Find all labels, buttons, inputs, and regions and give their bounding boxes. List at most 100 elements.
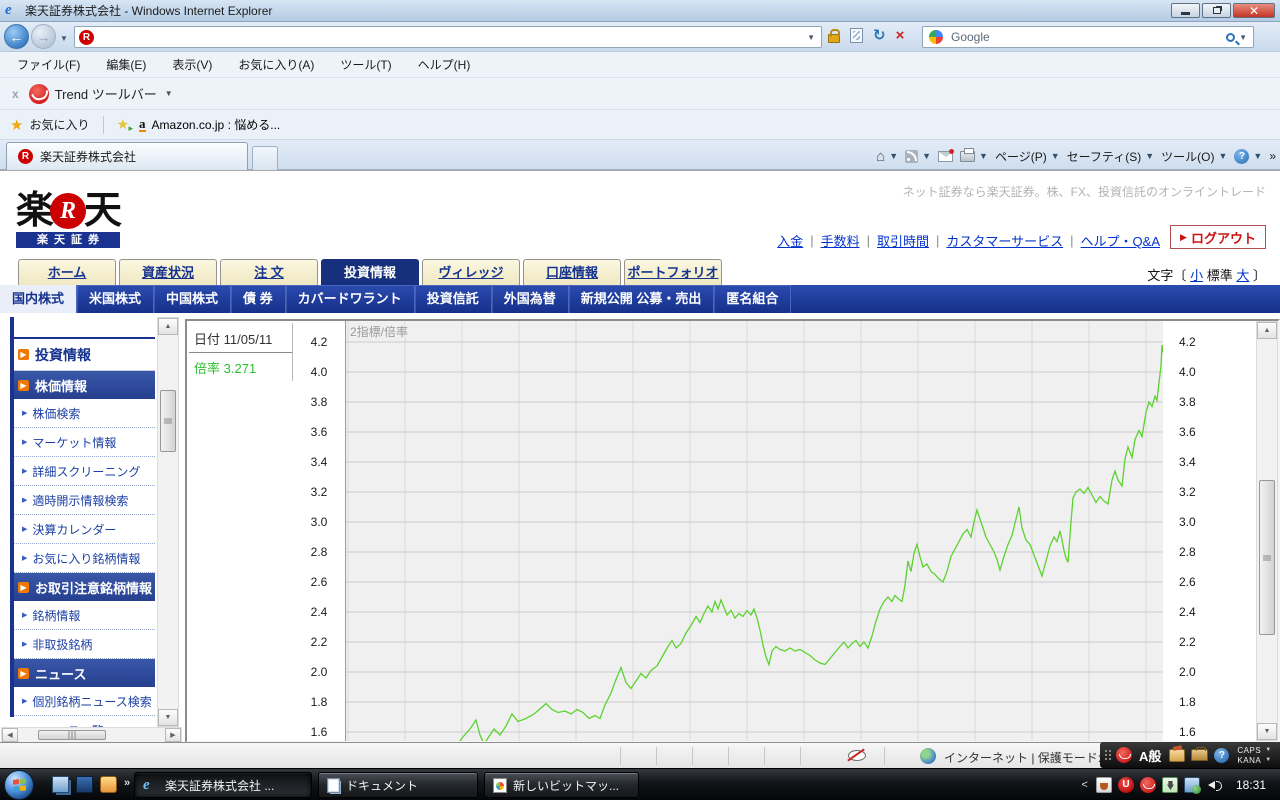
main-tab-4[interactable]: ヴィレッジ xyxy=(422,259,520,285)
sidebar-header-11[interactable]: ▶ニュース xyxy=(14,659,155,687)
sidebar-link-6[interactable]: ▶決算カレンダー xyxy=(14,515,155,544)
taskbar-button-rakuten[interactable]: e 楽天証券株式会社 ... xyxy=(134,772,312,798)
main-tab-3[interactable]: 投資情報 xyxy=(321,259,419,285)
taskbar-button-documents[interactable]: ドキュメント xyxy=(318,772,478,798)
scrollbar-thumb[interactable] xyxy=(160,390,176,452)
new-tab-button[interactable] xyxy=(252,146,278,170)
link-help-qa[interactable]: ヘルプ・Q&A xyxy=(1081,231,1160,250)
power-plug-icon[interactable] xyxy=(1162,777,1178,793)
link-fees[interactable]: 手数料 xyxy=(821,231,860,250)
chart-vertical-scrollbar[interactable]: ▲ ▼ xyxy=(1256,321,1278,741)
forward-button[interactable]: → xyxy=(31,24,56,49)
rakuten-securities-logo[interactable]: 楽 R 天 楽天証券 xyxy=(16,191,120,248)
sidebar-section-0[interactable]: ▶投資情報 xyxy=(14,339,155,371)
main-tab-0[interactable]: ホーム xyxy=(18,259,116,285)
sub-tab-8[interactable]: 匿名組合 xyxy=(714,285,791,313)
menu-favorites[interactable]: お気に入り(A) xyxy=(225,56,327,73)
sidebar-header-1[interactable]: ▶株価情報 xyxy=(14,371,155,399)
search-box[interactable]: Google ▼ xyxy=(922,26,1254,48)
price-chart-plot[interactable]: 2指標/倍率 xyxy=(345,321,1162,741)
read-mail-button[interactable] xyxy=(938,151,953,162)
sub-tab-2[interactable]: 中国株式 xyxy=(154,285,231,313)
ime-help-icon[interactable]: ? xyxy=(1214,748,1229,763)
favorite-item-amazon[interactable]: Amazon.co.jp : 悩める... xyxy=(152,116,281,133)
search-dropdown-icon[interactable]: ▼ xyxy=(1239,33,1247,42)
menu-tools[interactable]: ツール(T) xyxy=(327,56,404,73)
quick-launch-window-switcher[interactable] xyxy=(76,776,93,793)
minimize-button[interactable] xyxy=(1171,3,1200,18)
toolbar-close-button[interactable]: x xyxy=(12,87,19,101)
sidebar-link-9[interactable]: ▶銘柄情報 xyxy=(14,601,155,630)
quick-launch-media[interactable] xyxy=(100,776,117,793)
sidebar-link-10[interactable]: ▶非取扱銘柄 xyxy=(14,630,155,659)
scroll-right-button[interactable]: ▶ xyxy=(165,728,181,742)
show-hidden-icons-chevron[interactable]: < xyxy=(1082,779,1088,791)
link-deposit[interactable]: 入金 xyxy=(777,231,803,250)
sub-tab-5[interactable]: 投資信託 xyxy=(415,285,492,313)
scroll-left-button[interactable]: ◀ xyxy=(2,728,18,742)
scrollbar-thumb[interactable] xyxy=(38,730,106,740)
volume-icon[interactable] xyxy=(1206,777,1222,793)
ime-toolbox-icon[interactable] xyxy=(1191,749,1208,761)
sidebar-vertical-scrollbar[interactable]: ▲ ▼ xyxy=(157,317,179,727)
kana-indicator[interactable]: KANA▼ xyxy=(1237,756,1271,765)
sidebar-header-8[interactable]: ▶お取引注意銘柄情報 xyxy=(14,573,155,601)
page-menu[interactable]: ページ(P)▼ xyxy=(995,148,1060,165)
recent-pages-chevron-icon[interactable]: ▼ xyxy=(60,34,68,43)
main-tab-2[interactable]: 注 文 xyxy=(220,259,318,285)
sub-tab-1[interactable]: 米国株式 xyxy=(77,285,154,313)
main-tab-6[interactable]: ポートフォリオ xyxy=(624,259,722,285)
java-tray-icon[interactable] xyxy=(1096,777,1112,793)
ime-input-mode-icon[interactable] xyxy=(1116,747,1132,763)
sidebar-link-3[interactable]: ▶マーケット情報 xyxy=(14,428,155,457)
update-tray-icon[interactable]: U xyxy=(1118,777,1134,793)
sidebar-link-12[interactable]: ▶個別銘柄ニュース検索 xyxy=(14,687,155,716)
browser-tab[interactable]: R 楽天証券株式会社 xyxy=(6,142,248,170)
trend-dropdown-icon[interactable]: ▼ xyxy=(165,89,173,98)
sidebar-link-2[interactable]: ▶株価検索 xyxy=(14,399,155,428)
taskbar-clock[interactable]: 18:31 xyxy=(1236,778,1266,792)
logout-button[interactable]: ▶ ログアウト xyxy=(1170,225,1266,249)
font-size-large[interactable]: 大 xyxy=(1236,268,1249,283)
sub-tab-6[interactable]: 外国為替 xyxy=(492,285,569,313)
scrollbar-thumb[interactable] xyxy=(1259,480,1275,635)
search-icon[interactable] xyxy=(1226,33,1235,42)
stop-icon[interactable]: × xyxy=(896,28,905,43)
menu-view[interactable]: 表示(V) xyxy=(159,56,225,73)
scroll-up-button[interactable]: ▲ xyxy=(1257,322,1277,339)
main-tab-5[interactable]: 口座情報 xyxy=(523,259,621,285)
url-input[interactable] xyxy=(94,28,807,46)
compatibility-view-icon[interactable] xyxy=(850,28,863,43)
sub-tab-3[interactable]: 債 券 xyxy=(231,285,286,313)
back-button[interactable]: ← xyxy=(4,24,29,49)
ime-tools-icon[interactable] xyxy=(1169,749,1185,762)
feeds-button[interactable]: ▼ xyxy=(905,150,931,163)
address-bar[interactable]: R ▼ xyxy=(74,26,822,48)
refresh-icon[interactable]: ↻ xyxy=(873,28,886,43)
address-dropdown-icon[interactable]: ▼ xyxy=(807,33,821,42)
link-trading-hours[interactable]: 取引時間 xyxy=(877,231,929,250)
ime-mode-label[interactable]: A般 xyxy=(1139,746,1161,765)
quick-launch-show-desktop[interactable] xyxy=(52,776,69,793)
network-icon[interactable] xyxy=(1184,777,1200,793)
help-menu[interactable]: ?▼ xyxy=(1234,149,1262,164)
quick-launch-overflow-icon[interactable]: » xyxy=(124,777,130,789)
scroll-up-button[interactable]: ▲ xyxy=(158,318,178,335)
add-favorite-icon[interactable]: ★ xyxy=(116,116,129,133)
start-button[interactable] xyxy=(4,770,34,800)
tools-menu[interactable]: ツール(O)▼ xyxy=(1161,148,1227,165)
trend-toolbar-label[interactable]: Trend ツールバー xyxy=(55,84,157,103)
sidebar-link-4[interactable]: ▶詳細スクリーニング xyxy=(14,457,155,486)
sub-tab-7[interactable]: 新規公開 公募・売出 xyxy=(569,285,715,313)
sub-tab-0[interactable]: 国内株式 xyxy=(0,285,77,313)
scroll-down-button[interactable]: ▼ xyxy=(158,709,178,726)
drag-grip-icon[interactable] xyxy=(1104,748,1111,762)
menu-help[interactable]: ヘルプ(H) xyxy=(405,56,484,73)
trend-micro-tray-icon[interactable] xyxy=(1140,777,1156,793)
close-button[interactable]: ✕ xyxy=(1233,3,1275,18)
sub-tab-4[interactable]: カバードワラント xyxy=(286,285,415,313)
print-button[interactable]: ▼ xyxy=(960,151,988,162)
home-button[interactable]: ⌂▼ xyxy=(876,148,898,165)
sidebar-horizontal-scrollbar[interactable]: ◀ ▶ xyxy=(1,727,182,742)
favorites-button[interactable]: お気に入り xyxy=(29,116,89,133)
